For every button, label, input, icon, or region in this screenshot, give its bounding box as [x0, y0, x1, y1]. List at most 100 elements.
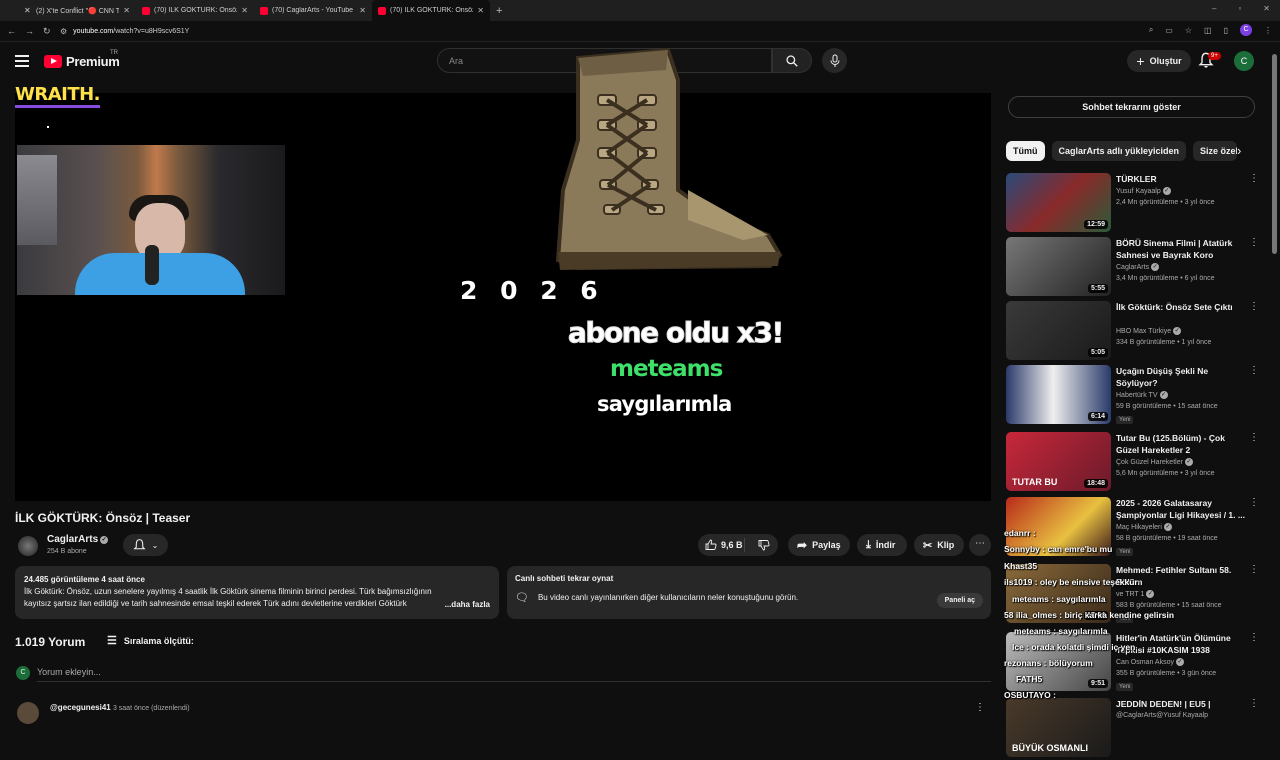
recommended-more-icon[interactable]: ⋮ [1249, 497, 1259, 508]
recommended-video[interactable]: 12:59 TÜRKLER Yusuf Kayaalp ✓ 2,4 Mn görüntü… [1006, 173, 1259, 235]
recommended-more-icon[interactable]: ⋮ [1249, 632, 1259, 643]
tab-close-icon[interactable]: ✕ [477, 6, 484, 15]
browser-tab[interactable]: (70) CaglarArts - YouTube ✕ [254, 0, 372, 21]
share-button[interactable]: ➦ Paylaş [788, 534, 850, 556]
recommended-title[interactable]: BÖRÜ Sinema Filmi | Atatürk Sahnesi ve B… [1116, 237, 1246, 261]
browser-tab-active[interactable]: (70) İLK GÖKTÜRK: Önsöz | Tea ✕ [372, 0, 490, 21]
youtube-logo[interactable]: Premium [44, 54, 120, 69]
bell-icon [132, 539, 146, 550]
chip-all[interactable]: Tümü [1006, 141, 1045, 161]
recommended-video[interactable]: TUTAR BU 18:48 Tutar Bu (125.Bölüm) - Çok … [1006, 432, 1259, 494]
recommended-video[interactable]: 5:55 BÖRÜ Sinema Filmi | Atatürk Sahnesi … [1006, 237, 1259, 299]
recommended-video[interactable]: BÜYÜK OSMANLI JEDDİN DEDEN! | EU5 | @Cagla… [1006, 698, 1259, 760]
video-thumbnail[interactable]: TUTAR BU 18:48 [1006, 432, 1111, 491]
back-icon[interactable]: ← [7, 26, 16, 37]
video-thumbnail[interactable]: BÜYÜK OSMANLI [1006, 698, 1111, 757]
recommended-channel[interactable]: Can Osman Aksoy ✓ [1116, 658, 1184, 666]
reload-icon[interactable]: ↻ [43, 26, 51, 37]
recommended-title[interactable]: TÜRKLER [1116, 173, 1246, 185]
recommended-more-icon[interactable]: ⋮ [1249, 301, 1259, 312]
search-icon [786, 54, 798, 67]
add-comment-input[interactable]: Yorum ekleyin... [37, 667, 991, 682]
chip-from-uploader[interactable]: CaglarArts adlı yükleyiciden [1051, 141, 1187, 161]
clip-button[interactable]: ✂ Klip [914, 534, 964, 556]
recommended-channel[interactable]: ve TRT 1 ✓ [1116, 590, 1155, 598]
recommended-meta: 583 B görüntüleme • 15 saat önce [1116, 602, 1222, 609]
recommended-channel[interactable]: Yusuf Kayaalp ✓ [1116, 187, 1171, 195]
comment-author[interactable]: @gecegunesi41 [50, 703, 111, 712]
account-avatar[interactable]: C [1234, 51, 1254, 71]
url-field[interactable]: youtube.com/watch?v=u8H9scv6S1Y [73, 28, 189, 35]
video-thumbnail[interactable]: 6:14 [1006, 365, 1111, 424]
more-actions-icon[interactable]: ⋯ [969, 534, 991, 556]
menu-icon[interactable] [15, 55, 29, 67]
site-info-icon[interactable]: ⚙ [60, 27, 67, 36]
browser-profile-avatar[interactable]: C [1240, 24, 1252, 36]
comment-more-icon[interactable]: ⋮ [975, 702, 985, 713]
recommended-channel[interactable]: @CaglarArts@Yusuf Kayaalp [1116, 712, 1208, 719]
new-tab-icon[interactable]: + [496, 5, 502, 17]
browser-tab[interactable]: (70) İLK GÖKTÜRK: Önsöz | Tea ✕ [136, 0, 254, 21]
video-thumbnail[interactable]: 5:05 [1006, 301, 1111, 360]
like-button[interactable]: 9,6 B [698, 538, 746, 552]
microphone-icon [830, 54, 839, 67]
minimize-icon[interactable]: – [1212, 4, 1216, 13]
recommended-channel[interactable]: HBO Max Türkiye ✓ [1116, 327, 1182, 335]
create-button[interactable]: + Oluştur [1127, 50, 1191, 72]
forward-icon[interactable]: → [25, 26, 34, 37]
recommended-video[interactable]: 5:05 İlk Göktürk: Önsöz Sete Çıktı HBO Max… [1006, 301, 1259, 363]
chip-for-you[interactable]: Size özel [1193, 141, 1238, 161]
browser-tab[interactable]: ✕ (2) X'te Conflict "🔴 CNN Türk ✕ [18, 0, 136, 21]
sidepanel-icon[interactable]: ▯ [1224, 26, 1228, 35]
bookmark-star-icon[interactable]: ☆ [1185, 26, 1192, 35]
channel-name-row[interactable]: CaglarArts ✓ [47, 534, 109, 545]
tab-close-icon[interactable]: ✕ [241, 6, 248, 15]
recommended-channel[interactable]: Habertürk TV ✓ [1116, 391, 1168, 399]
recommended-title[interactable]: İlk Göktürk: Önsöz Sete Çıktı [1116, 301, 1246, 313]
chat-overlay-message: edanrr : [1004, 528, 1036, 538]
recommended-more-icon[interactable]: ⋮ [1249, 432, 1259, 443]
recommended-title[interactable]: JEDDİN DEDEN! | EU5 | [1116, 698, 1246, 710]
video-duration: 5:55 [1087, 284, 1108, 293]
recommended-channel[interactable]: Maç Hikayeleri ✓ [1116, 523, 1172, 531]
recommended-video[interactable]: 6:14 Uçağın Düşüş Şekli Ne Söylüyor? Haber… [1006, 365, 1259, 427]
description-box[interactable]: 24.485 görüntüleme 4 saat önce İlk Göktü… [15, 566, 499, 619]
open-panel-button[interactable]: Paneli aç [936, 593, 983, 608]
browser-menu-icon[interactable]: ⋮ [1264, 26, 1272, 35]
tab-label: (70) İLK GÖKTÜRK: Önsöz | Tea [154, 7, 237, 14]
voice-search-button[interactable] [822, 48, 847, 73]
dislike-button[interactable] [750, 539, 778, 551]
recommended-channel[interactable]: Çok Güzel Hareketler ✓ [1116, 458, 1193, 466]
tab-close-icon[interactable]: ✕ [123, 6, 130, 15]
recommended-channel[interactable]: CaglarArts ✓ [1116, 263, 1160, 271]
recommended-title[interactable]: Tutar Bu (125.Bölüm) - Çok Güzel Hareket… [1116, 432, 1246, 456]
recommended-more-icon[interactable]: ⋮ [1249, 173, 1259, 184]
subscription-bell-button[interactable]: ⌄ [123, 534, 168, 556]
recommended-more-icon[interactable]: ⋮ [1249, 698, 1259, 709]
comment-author-avatar[interactable] [17, 702, 39, 724]
show-chat-replay-button[interactable]: Sohbet tekrarını göster [1008, 96, 1255, 118]
channel-name[interactable]: CaglarArts [47, 534, 98, 545]
recommended-more-icon[interactable]: ⋮ [1249, 564, 1259, 575]
recommended-title[interactable]: Uçağın Düşüş Şekli Ne Söylüyor? [1116, 365, 1246, 389]
recommended-more-icon[interactable]: ⋮ [1249, 237, 1259, 248]
tab-close-icon[interactable]: ✕ [359, 6, 366, 15]
recommended-title[interactable]: 2025 - 2026 Galatasaray Şampiyonlar Ligi… [1116, 497, 1246, 521]
page-scrollbar[interactable] [1272, 42, 1278, 720]
video-thumbnail[interactable]: 5:55 [1006, 237, 1111, 296]
chevron-right-icon[interactable]: › [1237, 143, 1241, 158]
cast-icon[interactable]: ▭ [1165, 26, 1173, 35]
overlay-dot [47, 126, 49, 128]
sort-button[interactable]: ☰ Sıralama ölçütü: [107, 634, 194, 647]
close-window-icon[interactable]: ✕ [1263, 4, 1270, 13]
maximize-icon[interactable]: ▫ [1238, 4, 1241, 13]
recommended-title[interactable]: Hitler'in Atatürk'ün Ölümüne Tepkisi #10… [1116, 632, 1246, 656]
video-thumbnail[interactable]: 12:59 [1006, 173, 1111, 232]
download-button[interactable]: ⤓ İndir [857, 534, 907, 556]
extensions-icon[interactable]: ◫ [1204, 26, 1212, 35]
zoom-icon[interactable]: ⌕ [1149, 25, 1153, 35]
recommended-more-icon[interactable]: ⋮ [1249, 365, 1259, 376]
recommended-meta: 3,4 Mn görüntüleme • 6 yıl önce [1116, 275, 1215, 282]
channel-avatar[interactable] [18, 536, 38, 556]
description-more-link[interactable]: ...daha fazla [440, 599, 490, 611]
